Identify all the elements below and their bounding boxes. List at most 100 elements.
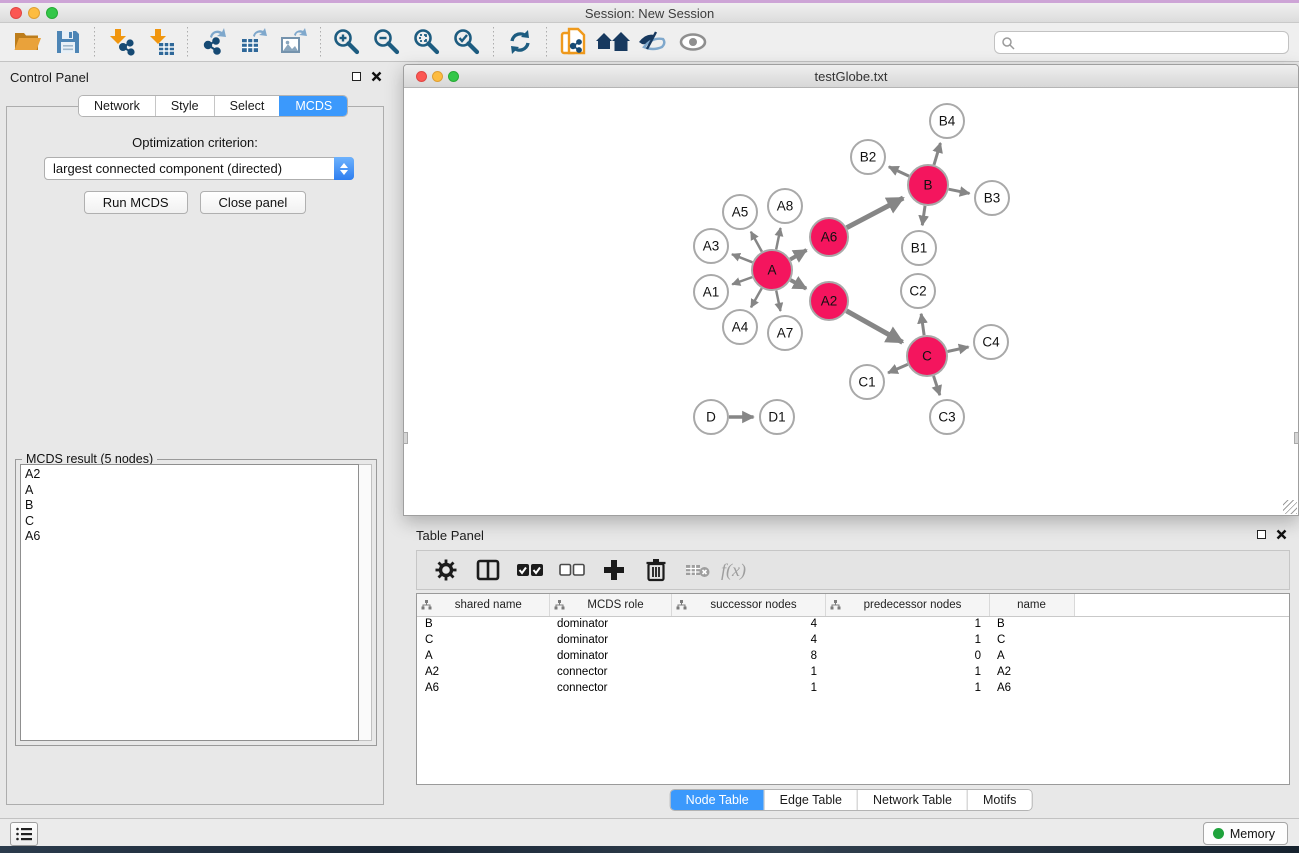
column-header-shared-name[interactable]: shared name: [417, 594, 549, 616]
add-column-button[interactable]: [595, 553, 633, 587]
cell[interactable]: 4: [671, 616, 825, 632]
cell[interactable]: A: [417, 648, 549, 664]
edge-A-A3[interactable]: [732, 254, 753, 262]
cell[interactable]: A6: [417, 680, 549, 696]
result-item[interactable]: A6: [25, 529, 354, 545]
run-mcds-button[interactable]: Run MCDS: [84, 191, 188, 214]
export-table-button[interactable]: [234, 25, 274, 59]
float-panel-icon[interactable]: [1257, 530, 1266, 539]
graphics-details-button[interactable]: [633, 25, 673, 59]
node-table[interactable]: shared nameMCDS rolesuccessor nodesprede…: [417, 594, 1289, 696]
delete-column-button[interactable]: [637, 553, 675, 587]
zoom-selected-button[interactable]: [447, 25, 487, 59]
cell[interactable]: C: [989, 632, 1074, 648]
select-all-button[interactable]: [511, 553, 549, 587]
cell[interactable]: dominator: [549, 648, 671, 664]
edge-A-A8[interactable]: [776, 228, 780, 249]
deselect-all-button[interactable]: [553, 553, 591, 587]
cell[interactable]: connector: [549, 664, 671, 680]
network-window-titlebar[interactable]: testGlobe.txt: [404, 65, 1298, 88]
panel-divider-handle[interactable]: [403, 432, 408, 444]
optimization-criterion-dropdown[interactable]: largest connected component (directed): [44, 157, 354, 180]
save-session-button[interactable]: [48, 25, 88, 59]
cell[interactable]: 8: [671, 648, 825, 664]
panel-divider-handle[interactable]: [1294, 432, 1299, 444]
result-item[interactable]: B: [25, 498, 354, 514]
table-row[interactable]: A6connector11A6: [417, 680, 1289, 696]
edge-A-A6[interactable]: [790, 250, 806, 259]
cell[interactable]: dominator: [549, 616, 671, 632]
cell[interactable]: 1: [671, 680, 825, 696]
edge-A-A4[interactable]: [751, 288, 762, 307]
export-image-button[interactable]: [274, 25, 314, 59]
tab-network-table[interactable]: Network Table: [857, 790, 967, 810]
tab-motifs[interactable]: Motifs: [967, 790, 1031, 810]
task-history-button[interactable]: [10, 822, 38, 846]
cell[interactable]: 1: [825, 664, 989, 680]
cell[interactable]: connector: [549, 680, 671, 696]
import-network-button[interactable]: [101, 25, 141, 59]
tab-node-table[interactable]: Node Table: [671, 790, 764, 810]
cell[interactable]: 1: [825, 680, 989, 696]
search-input[interactable]: [1015, 34, 1288, 52]
tab-mcds[interactable]: MCDS: [279, 96, 347, 116]
edge-A-A2[interactable]: [790, 280, 806, 289]
edge-A-A1[interactable]: [732, 277, 752, 284]
result-item[interactable]: C: [25, 514, 354, 530]
close-panel-button[interactable]: Close panel: [200, 191, 307, 214]
tab-edge-table[interactable]: Edge Table: [764, 790, 857, 810]
memory-button[interactable]: Memory: [1203, 822, 1288, 845]
cell[interactable]: 1: [825, 616, 989, 632]
zoom-out-button[interactable]: [367, 25, 407, 59]
cell[interactable]: 0: [825, 648, 989, 664]
eye-button[interactable]: [673, 25, 713, 59]
table-row[interactable]: A2connector11A2: [417, 664, 1289, 680]
cell[interactable]: 4: [671, 632, 825, 648]
cell[interactable]: B: [989, 616, 1074, 632]
search-field[interactable]: [994, 31, 1289, 54]
window-resize-grip[interactable]: [1283, 500, 1297, 514]
close-panel-icon[interactable]: [1276, 529, 1287, 540]
edge-A2-C[interactable]: [846, 311, 902, 343]
table-row[interactable]: Bdominator41B: [417, 616, 1289, 632]
zoom-in-button[interactable]: [327, 25, 367, 59]
network-canvas[interactable]: B4B2BB3A5A8A6B1A3AA1C2A2A4A7C4CC1C3DD1: [404, 88, 1298, 515]
result-item[interactable]: A2: [25, 467, 354, 483]
edge-A-A7[interactable]: [776, 291, 780, 311]
tab-style[interactable]: Style: [155, 96, 214, 116]
function-builder-button[interactable]: f(x): [721, 560, 746, 581]
table-settings-button[interactable]: [427, 553, 465, 587]
edge-A6-B[interactable]: [847, 198, 904, 228]
column-header-successor-nodes[interactable]: successor nodes: [671, 594, 825, 616]
houses-button[interactable]: [593, 25, 633, 59]
cell[interactable]: A2: [989, 664, 1074, 680]
cell[interactable]: C: [417, 632, 549, 648]
mcds-result-list[interactable]: A2ABCA6: [20, 464, 359, 741]
clone-network-button[interactable]: [553, 25, 593, 59]
result-scrollbar[interactable]: [359, 464, 372, 741]
tab-select[interactable]: Select: [214, 96, 280, 116]
table-row[interactable]: Cdominator41C: [417, 632, 1289, 648]
cell[interactable]: A: [989, 648, 1074, 664]
edge-A-A5[interactable]: [751, 232, 762, 252]
close-panel-icon[interactable]: [371, 71, 382, 82]
cell[interactable]: A2: [417, 664, 549, 680]
delete-table-button[interactable]: [679, 553, 717, 587]
cell[interactable]: B: [417, 616, 549, 632]
edge-B-B4[interactable]: [934, 143, 940, 165]
column-header-MCDS-role[interactable]: MCDS role: [549, 594, 671, 616]
table-row[interactable]: Adominator80A: [417, 648, 1289, 664]
export-network-button[interactable]: [194, 25, 234, 59]
edge-C-C2[interactable]: [921, 314, 924, 335]
edge-B-B2[interactable]: [889, 167, 909, 176]
tab-network[interactable]: Network: [79, 96, 155, 116]
cell[interactable]: dominator: [549, 632, 671, 648]
open-session-button[interactable]: [8, 25, 48, 59]
float-panel-icon[interactable]: [352, 72, 361, 81]
import-table-button[interactable]: [141, 25, 181, 59]
column-header-name[interactable]: name: [989, 594, 1074, 616]
zoom-fit-button[interactable]: [407, 25, 447, 59]
cell[interactable]: 1: [825, 632, 989, 648]
edge-C-C4[interactable]: [948, 347, 969, 352]
edge-C-C1[interactable]: [888, 364, 908, 373]
